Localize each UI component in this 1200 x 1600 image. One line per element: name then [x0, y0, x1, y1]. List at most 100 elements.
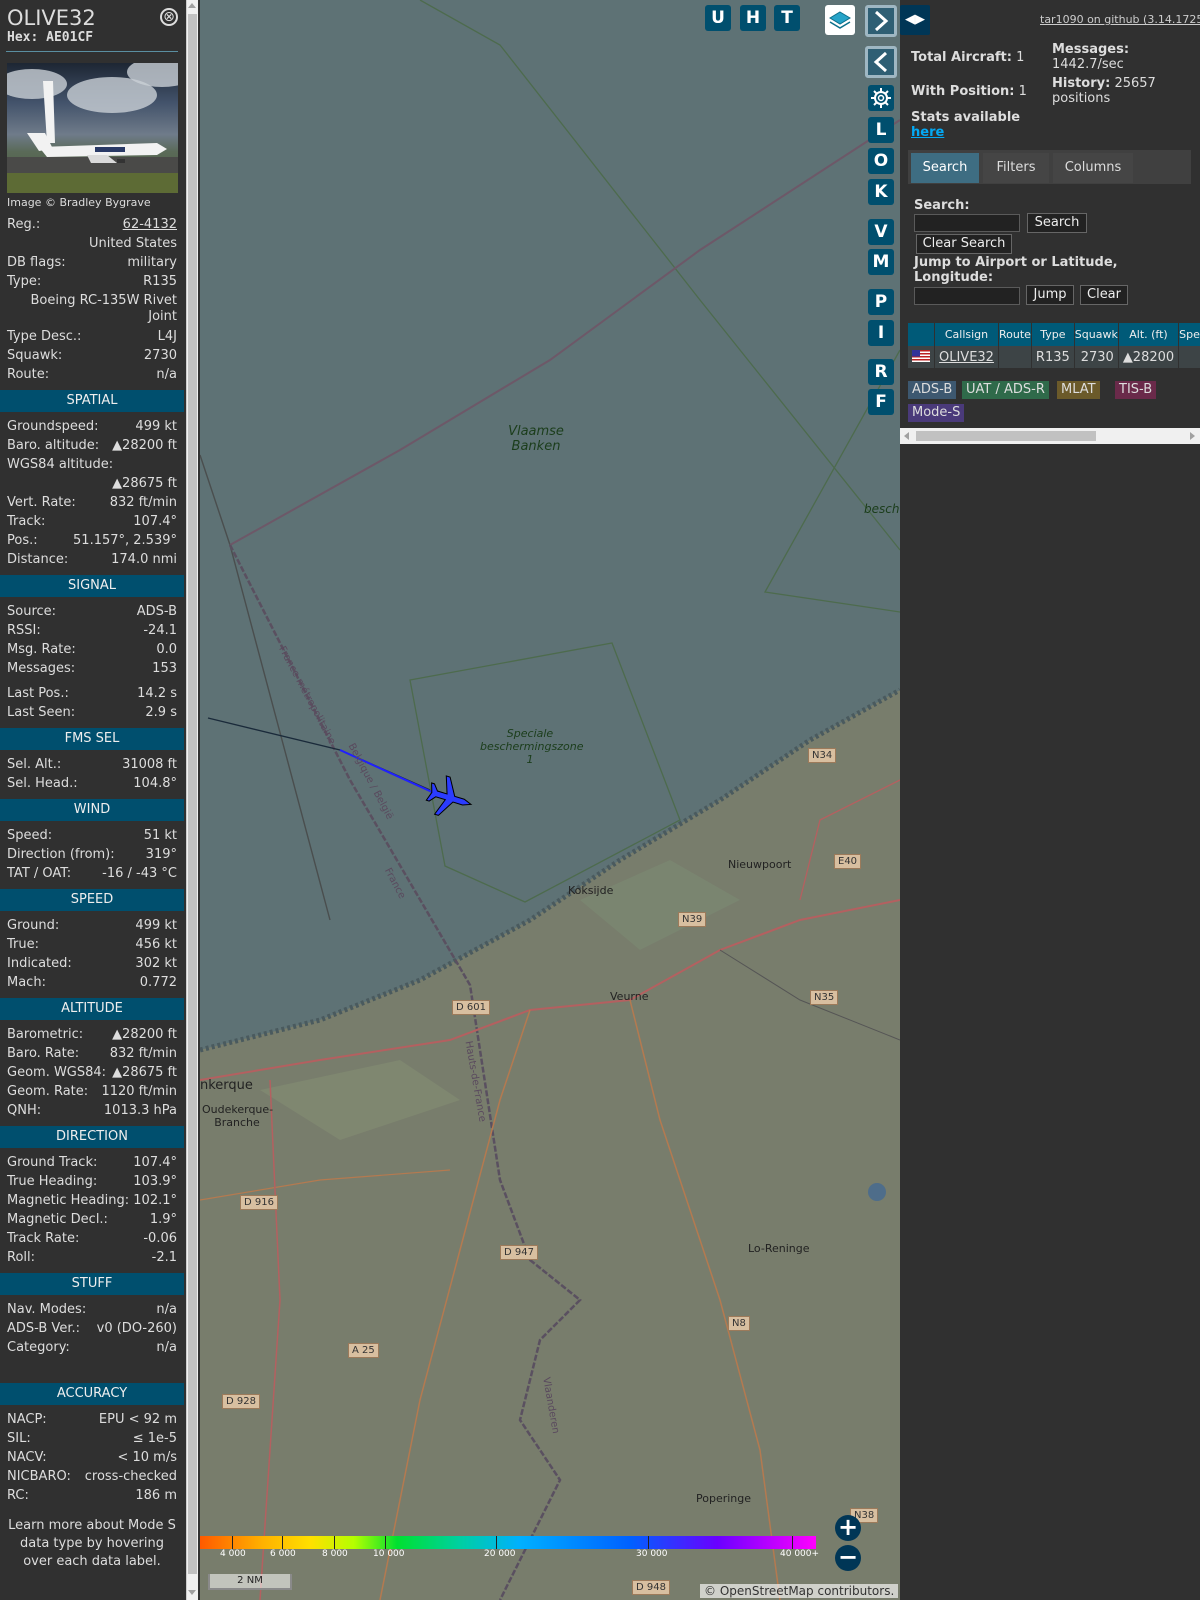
info-value: 0.0 [156, 642, 177, 657]
search-input[interactable] [914, 214, 1020, 232]
close-icon[interactable]: ⊗ [160, 8, 178, 26]
legend-tick-mark [232, 1536, 233, 1549]
info-value: 51 kt [143, 828, 177, 843]
info-row: Boeing RC-135W Rivet Joint [0, 291, 184, 327]
info-label: Vert. Rate: [7, 495, 76, 510]
zoom-in-button[interactable]: + [835, 1515, 861, 1541]
info-row: Ground: 499 kt [0, 916, 184, 935]
with-position-value: 1 [1018, 84, 1027, 99]
info-row: Speed: 51 kt [0, 826, 184, 845]
back-arrow-icon[interactable] [865, 46, 897, 78]
column-header-callsign[interactable]: Callsign [934, 323, 999, 346]
us-flag-icon [908, 346, 935, 368]
aircraft-photo[interactable] [7, 63, 178, 193]
tab-search[interactable]: Search [911, 153, 979, 183]
info-row: Last Pos.: 14.2 s [0, 684, 184, 703]
column-header-flag[interactable] [908, 323, 935, 346]
info-value: ▲28200 ft [112, 1027, 177, 1042]
info-value: -16 / -43 °C [102, 866, 177, 881]
map-view[interactable]: Vlaamse Banken Speciale beschermingszone… [200, 0, 900, 1600]
info-value: n/a [156, 1302, 177, 1317]
column-header-speed[interactable]: Spe [1178, 323, 1200, 346]
info-label: NICBARO: [7, 1469, 71, 1484]
info-row: Nav. Modes: n/a [0, 1300, 184, 1319]
info-label: NACP: [7, 1412, 47, 1427]
jump-button[interactable]: Jump [1026, 285, 1074, 305]
map-button-v[interactable]: V [868, 219, 894, 245]
map-label-speciale: Speciale beschermingszone 1 [480, 727, 584, 766]
info-row: Type Desc.: L4J [0, 327, 184, 346]
table-row[interactable]: OLIVE32 R135 2730 ▲28200 [908, 346, 1200, 368]
legend-tick-label: 20 000 [484, 1549, 516, 1559]
github-link[interactable]: tar1090 on github (3.14.1725) [1040, 13, 1200, 26]
info-value: 2.9 s [145, 705, 177, 720]
map-attribution[interactable]: © OpenStreetMap contributors. [700, 1584, 899, 1598]
source-badge-mlat: MLAT [1057, 381, 1100, 399]
map-button-h[interactable]: H [740, 5, 766, 31]
gear-icon[interactable] [868, 85, 894, 111]
stats-link[interactable]: here [911, 125, 944, 140]
info-row: Category: n/a [0, 1338, 184, 1357]
tab-filters[interactable]: Filters [983, 153, 1049, 183]
row-callsign[interactable]: OLIVE32 [934, 346, 999, 368]
column-header-altitude[interactable]: Alt. (ft) [1118, 323, 1180, 346]
map-button-i[interactable]: I [868, 320, 894, 346]
info-row: Baro. Rate: 832 ft/min [0, 1044, 184, 1063]
section-header-stuff: STUFF [0, 1273, 184, 1295]
divider [6, 51, 178, 52]
info-label: Ground Track: [7, 1155, 98, 1170]
column-header-route[interactable]: Route [998, 323, 1032, 346]
info-panel-scrollbar[interactable] [186, 0, 198, 1600]
info-row: RC: 186 m [0, 1486, 184, 1505]
info-row: Mach: 0.772 [0, 973, 184, 992]
map-button-f[interactable]: F [868, 389, 894, 415]
stats-available: Stats available here [911, 110, 1020, 140]
legend-tick-label: 4 000 [220, 1549, 246, 1559]
map-label-nieuwpoort: Nieuwpoort [728, 858, 792, 871]
info-row: Magnetic Decl.: 1.9° [0, 1210, 184, 1229]
legend-tick-mark [792, 1536, 793, 1549]
tab-columns[interactable]: Columns [1053, 153, 1133, 183]
info-row: United States [0, 234, 184, 253]
info-value[interactable]: 62-4132 [123, 215, 177, 234]
map-button-o[interactable]: O [868, 148, 894, 174]
map-button-p[interactable]: P [868, 289, 894, 315]
search-button[interactable]: Search [1027, 213, 1087, 233]
info-label: Geom. WGS84: [7, 1065, 107, 1080]
expand-sidebar-icon[interactable]: ◀▶ [900, 5, 930, 35]
map-button-u[interactable]: U [705, 5, 731, 31]
aircraft-table: Callsign Route Type Squawk Alt. (ft) Spe… [908, 323, 1200, 368]
total-aircraft-value: 1 [1016, 50, 1025, 65]
map-button-r[interactable]: R [868, 359, 894, 385]
clear-button[interactable]: Clear [1080, 285, 1128, 305]
column-header-squawk[interactable]: Squawk [1074, 323, 1119, 346]
info-row: Msg. Rate: 0.0 [0, 640, 184, 659]
section-header-direction: DIRECTION [0, 1126, 184, 1148]
info-value: n/a [156, 367, 177, 382]
info-value: R135 [143, 274, 177, 289]
info-row: Roll: -2.1 [0, 1248, 184, 1267]
info-value: -24.1 [143, 623, 177, 638]
forward-arrow-icon[interactable] [865, 5, 897, 37]
info-label: Barometric: [7, 1027, 84, 1042]
table-horizontal-scrollbar[interactable] [900, 428, 1200, 444]
legend-tick-label: 6 000 [270, 1549, 296, 1559]
map-button-l[interactable]: L [868, 117, 894, 143]
info-row: QNH: 1013.3 hPa [0, 1101, 184, 1120]
legend-tick-mark [282, 1536, 283, 1549]
info-label: Pos.: [7, 533, 38, 548]
map-label-poperinge: Poperinge [696, 1492, 752, 1505]
jump-input[interactable] [914, 287, 1020, 305]
info-value: 153 [152, 661, 177, 676]
map-button-t[interactable]: T [774, 5, 800, 31]
info-value: -0.06 [143, 1231, 177, 1246]
zoom-out-button[interactable]: − [835, 1545, 861, 1571]
clear-search-button[interactable]: Clear Search [916, 234, 1012, 254]
map-button-m[interactable]: M [868, 249, 894, 275]
map-button-k[interactable]: K [868, 179, 894, 205]
column-header-type[interactable]: Type [1031, 323, 1075, 346]
info-value: 51.157°, 2.539° [73, 533, 177, 548]
info-row: Geom. Rate: 1120 ft/min [0, 1082, 184, 1101]
section-header-altitude: ALTITUDE [0, 998, 184, 1020]
layers-icon[interactable] [825, 5, 855, 35]
